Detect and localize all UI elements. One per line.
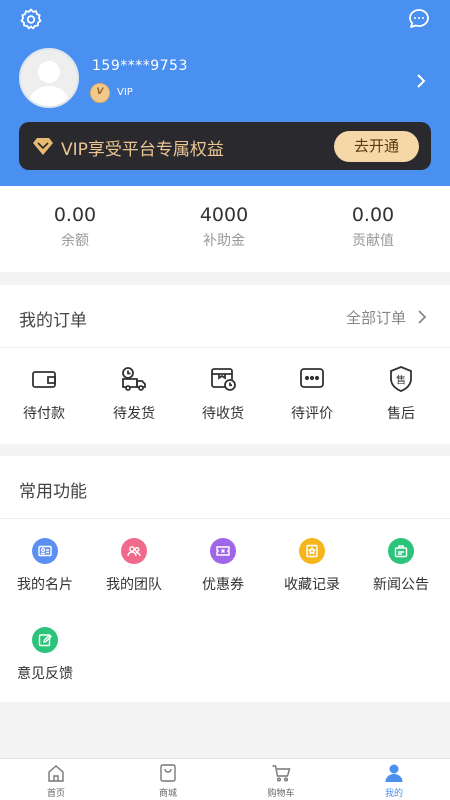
profile-header: 159****9753 V VIP VIP享受平台专属权益 去开通: [0, 0, 450, 186]
activate-vip-button[interactable]: 去开通: [334, 131, 419, 162]
stat-value: 0.00: [53, 204, 97, 226]
message-chat-icon[interactable]: [407, 7, 431, 31]
stat-value: 4000: [199, 204, 249, 226]
feature-label: 收藏记录: [284, 577, 340, 593]
tab-home[interactable]: 首页: [0, 763, 112, 799]
feature-label: 优惠券: [202, 577, 244, 593]
default-avatar-icon: [27, 61, 71, 106]
coupon-icon: [210, 538, 236, 564]
tab-cart[interactable]: 购物车: [225, 763, 337, 799]
bottom-tab-bar: 首页 商城 购物车 我的: [0, 758, 450, 800]
feature-label: 意见反馈: [17, 666, 73, 682]
feature-coupon[interactable]: 优惠券: [178, 538, 268, 594]
stat-label: 贡献值: [352, 233, 394, 249]
team-icon: [121, 538, 147, 564]
order-label: 待发货: [113, 406, 155, 422]
all-orders-link[interactable]: 全部订单: [346, 307, 406, 328]
features-title: 常用功能: [19, 482, 87, 502]
order-label: 售后: [387, 406, 415, 422]
order-pending-review[interactable]: 待评价: [277, 365, 347, 423]
order-label: 待评价: [291, 406, 333, 422]
chevron-right-icon[interactable]: [417, 309, 427, 325]
chevron-right-icon[interactable]: [414, 72, 428, 90]
feature-label: 我的团队: [106, 577, 162, 593]
stat-contribution[interactable]: 0.00 贡献值: [298, 204, 448, 250]
feature-feedback[interactable]: 意见反馈: [0, 627, 90, 683]
comment-icon: [300, 368, 324, 388]
feedback-icon: [32, 627, 58, 653]
stat-label: 补助金: [203, 233, 245, 249]
vip-badge-letter: V: [96, 87, 104, 97]
tab-mall[interactable]: 商城: [112, 763, 224, 799]
stat-balance[interactable]: 0.00 余额: [0, 204, 150, 250]
common-features-section: 常用功能 我的名片 我的团队 优惠券 收藏记录 新闻公告 意见反馈: [0, 456, 450, 702]
feature-label: 新闻公告: [373, 577, 429, 593]
delivery-truck-icon: [122, 367, 146, 391]
order-pending-shipment[interactable]: 待发货: [99, 365, 169, 423]
feature-favorites[interactable]: 收藏记录: [267, 538, 357, 594]
tab-label: 购物车: [267, 789, 295, 799]
tab-label: 首页: [46, 789, 65, 799]
svg-text:售: 售: [396, 374, 406, 387]
wallet-icon: [32, 371, 56, 388]
divider: [0, 347, 450, 348]
feature-my-card[interactable]: 我的名片: [0, 538, 90, 594]
account-stats: 0.00 余额 4000 补助金 0.00 贡献值: [0, 186, 450, 272]
tab-label: 我的: [384, 789, 403, 799]
news-icon: [388, 538, 414, 564]
tab-mine[interactable]: 我的: [338, 763, 450, 799]
my-orders-section: 我的订单 全部订单 待付款 待发货 待收货 待评价 售 售后: [0, 285, 450, 444]
favorite-icon: [299, 538, 325, 564]
order-pending-receipt[interactable]: 待收货: [188, 365, 258, 423]
stat-value: 0.00: [351, 204, 395, 226]
vip-label: VIP: [117, 87, 133, 98]
tab-label: 商城: [158, 789, 177, 799]
order-after-sale[interactable]: 售 售后: [366, 365, 436, 423]
after-sale-shield-icon: 售: [390, 366, 412, 392]
feature-my-team[interactable]: 我的团队: [89, 538, 179, 594]
vip-banner-text: VIP享受平台专属权益: [61, 140, 224, 160]
order-label: 待收货: [202, 406, 244, 422]
card-icon: [32, 538, 58, 564]
feature-news[interactable]: 新闻公告: [356, 538, 446, 594]
mall-icon: [160, 764, 176, 782]
user-icon: [385, 764, 403, 782]
order-label: 待付款: [23, 406, 65, 422]
vip-level-badge: V: [90, 83, 110, 103]
receive-box-icon: [211, 368, 236, 391]
settings-gear-icon[interactable]: [19, 7, 43, 31]
stat-subsidy[interactable]: 4000 补助金: [149, 204, 299, 250]
user-phone: 159****9753: [92, 58, 188, 74]
feature-label: 我的名片: [17, 577, 73, 593]
vip-promo-banner[interactable]: VIP享受平台专属权益 去开通: [19, 122, 431, 170]
divider: [0, 518, 450, 519]
diamond-icon: [33, 138, 53, 155]
orders-title: 我的订单: [19, 311, 87, 331]
home-icon: [48, 765, 64, 782]
order-pending-payment[interactable]: 待付款: [9, 365, 79, 423]
cart-icon: [272, 765, 291, 782]
avatar[interactable]: [19, 48, 79, 108]
stat-label: 余额: [61, 233, 89, 249]
